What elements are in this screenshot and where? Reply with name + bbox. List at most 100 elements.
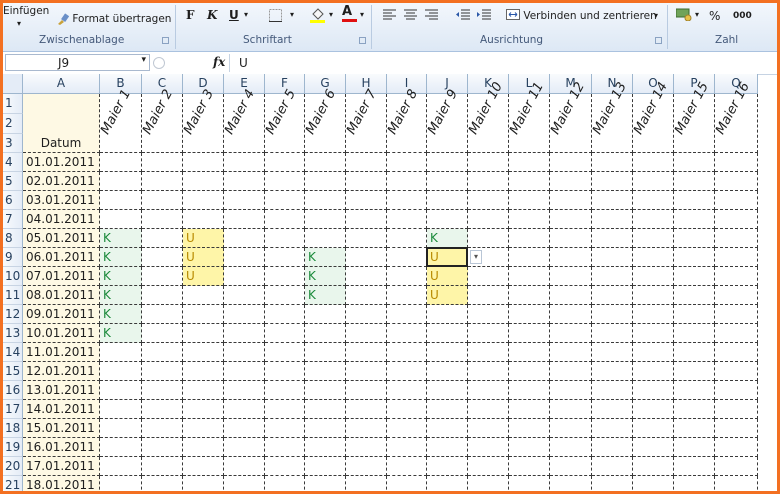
- schedule-cell[interactable]: [305, 400, 346, 419]
- schedule-cell[interactable]: [387, 457, 427, 476]
- schedule-cell[interactable]: [550, 400, 592, 419]
- schedule-cell[interactable]: [550, 362, 592, 381]
- schedule-cell[interactable]: [715, 476, 758, 491]
- schedule-cell[interactable]: [224, 153, 265, 172]
- schedule-cell[interactable]: [468, 381, 509, 400]
- employee-header-cell[interactable]: Maier 4: [222, 87, 265, 153]
- percent-button[interactable]: %: [709, 9, 720, 23]
- schedule-cell[interactable]: [468, 324, 509, 343]
- schedule-cell[interactable]: [265, 343, 305, 362]
- schedule-cell[interactable]: [633, 381, 674, 400]
- schedule-cell[interactable]: [509, 362, 550, 381]
- schedule-cell[interactable]: [715, 248, 758, 267]
- schedule-cell[interactable]: [142, 153, 183, 172]
- schedule-cell[interactable]: [674, 324, 715, 343]
- schedule-cell[interactable]: [265, 381, 305, 400]
- schedule-cell[interactable]: [550, 267, 592, 286]
- schedule-cell[interactable]: [265, 476, 305, 491]
- date-cell[interactable]: 16.01.2011: [23, 438, 100, 457]
- schedule-cell[interactable]: [100, 400, 142, 419]
- schedule-cell[interactable]: [715, 210, 758, 229]
- schedule-cell[interactable]: [224, 381, 265, 400]
- date-cell[interactable]: 13.01.2011: [23, 381, 100, 400]
- align-right-button[interactable]: [425, 9, 438, 23]
- schedule-cell[interactable]: [224, 229, 265, 248]
- date-cell[interactable]: 05.01.2011: [23, 229, 100, 248]
- schedule-cell[interactable]: [468, 229, 509, 248]
- schedule-cell[interactable]: [509, 476, 550, 491]
- schedule-cell[interactable]: K: [100, 267, 142, 286]
- schedule-cell[interactable]: [550, 172, 592, 191]
- schedule-cell[interactable]: [592, 210, 633, 229]
- schedule-cell[interactable]: [674, 210, 715, 229]
- schedule-cell[interactable]: [183, 343, 224, 362]
- schedule-cell[interactable]: [387, 362, 427, 381]
- schedule-cell[interactable]: [509, 210, 550, 229]
- font-color-button[interactable]: A: [342, 4, 357, 22]
- schedule-cell[interactable]: [427, 381, 468, 400]
- schedule-cell[interactable]: [183, 457, 224, 476]
- schedule-cell[interactable]: [674, 305, 715, 324]
- schedule-cell[interactable]: [265, 362, 305, 381]
- schedule-cell[interactable]: [183, 362, 224, 381]
- schedule-cell[interactable]: [715, 172, 758, 191]
- schedule-cell[interactable]: [183, 438, 224, 457]
- schedule-cell[interactable]: [387, 153, 427, 172]
- schedule-cell[interactable]: [550, 324, 592, 343]
- schedule-cell[interactable]: [265, 400, 305, 419]
- schedule-cell[interactable]: [592, 267, 633, 286]
- schedule-cell[interactable]: [592, 381, 633, 400]
- employee-header-cell[interactable]: Maier 6: [303, 87, 346, 153]
- schedule-cell[interactable]: [715, 438, 758, 457]
- schedule-cell[interactable]: [142, 267, 183, 286]
- schedule-cell[interactable]: [509, 286, 550, 305]
- schedule-cell[interactable]: [142, 381, 183, 400]
- schedule-cell[interactable]: [224, 400, 265, 419]
- schedule-cell[interactable]: U: [427, 248, 468, 267]
- schedule-cell[interactable]: U: [183, 267, 224, 286]
- schedule-cell[interactable]: [265, 229, 305, 248]
- schedule-cell[interactable]: [346, 419, 387, 438]
- merge-dropdown-icon[interactable]: ▾: [654, 11, 658, 20]
- schedule-cell[interactable]: K: [100, 286, 142, 305]
- schedule-cell[interactable]: [305, 457, 346, 476]
- font-dialog-launcher[interactable]: [359, 37, 366, 44]
- schedule-cell[interactable]: [305, 476, 346, 491]
- schedule-cell[interactable]: [183, 400, 224, 419]
- schedule-cell[interactable]: [509, 191, 550, 210]
- schedule-cell[interactable]: [346, 286, 387, 305]
- schedule-cell[interactable]: [715, 324, 758, 343]
- name-box[interactable]: J9 ▾: [5, 54, 150, 71]
- schedule-cell[interactable]: K: [305, 267, 346, 286]
- schedule-cell[interactable]: [550, 457, 592, 476]
- schedule-cell[interactable]: [674, 153, 715, 172]
- schedule-cell[interactable]: [633, 172, 674, 191]
- schedule-cell[interactable]: [224, 438, 265, 457]
- schedule-cell[interactable]: [224, 267, 265, 286]
- schedule-cell[interactable]: [633, 400, 674, 419]
- schedule-cell[interactable]: [142, 362, 183, 381]
- schedule-cell[interactable]: [715, 286, 758, 305]
- schedule-cell[interactable]: [674, 438, 715, 457]
- schedule-cell[interactable]: [265, 210, 305, 229]
- schedule-cell[interactable]: [468, 305, 509, 324]
- schedule-cell[interactable]: [100, 153, 142, 172]
- schedule-cell[interactable]: [142, 457, 183, 476]
- schedule-cell[interactable]: [427, 438, 468, 457]
- schedule-cell[interactable]: [468, 153, 509, 172]
- row-header-7[interactable]: 7: [3, 210, 23, 229]
- schedule-cell[interactable]: [674, 457, 715, 476]
- row-header-11[interactable]: 11: [3, 286, 23, 305]
- schedule-cell[interactable]: [468, 438, 509, 457]
- schedule-cell[interactable]: [592, 153, 633, 172]
- schedule-cell[interactable]: [509, 400, 550, 419]
- schedule-cell[interactable]: [592, 248, 633, 267]
- row-header-20[interactable]: 20: [3, 457, 23, 476]
- row-header-10[interactable]: 10: [3, 267, 23, 286]
- schedule-cell[interactable]: [427, 457, 468, 476]
- schedule-cell[interactable]: [509, 381, 550, 400]
- clipboard-dialog-launcher[interactable]: [162, 37, 169, 44]
- schedule-cell[interactable]: [427, 343, 468, 362]
- schedule-cell[interactable]: [224, 191, 265, 210]
- schedule-cell[interactable]: [633, 476, 674, 491]
